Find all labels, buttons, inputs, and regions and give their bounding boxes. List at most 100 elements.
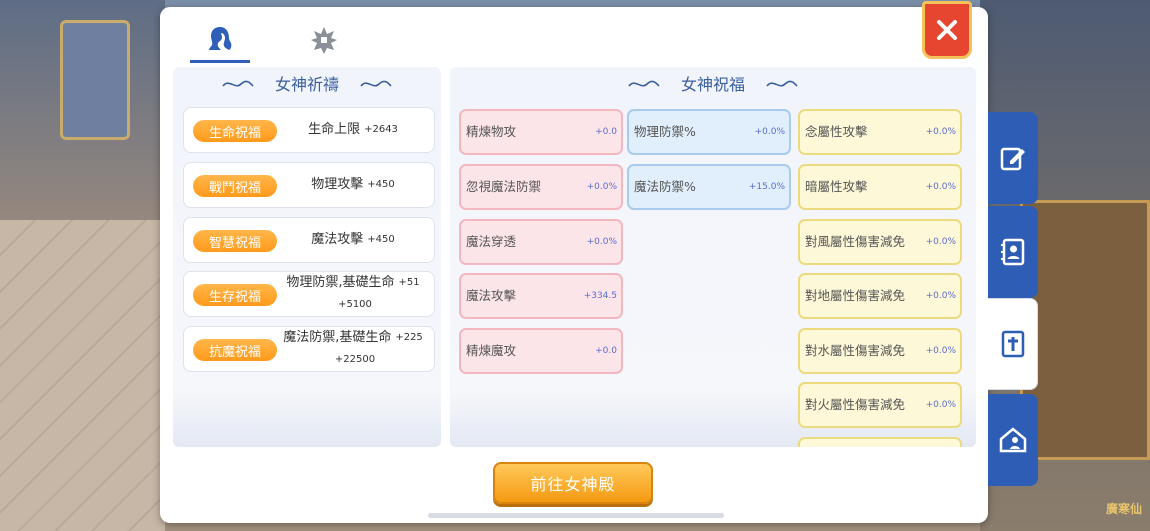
stat-cell: 物理防禦% +0.0% — [627, 109, 791, 155]
house-person-icon — [999, 427, 1027, 453]
prayer-bonus-value: +2643 — [364, 124, 398, 135]
goddess-prayer-section: 女神祈禱 生命祝福 生命上限 +2643 戰鬥祝福 物理攻擊 +450 智慧祝福… — [173, 67, 441, 447]
prayer-bonus: 生命上限 +2643 — [280, 108, 426, 152]
stat-value: +334.5 — [583, 291, 617, 301]
prayer-row: 生存祝福 物理防禦,基礎生命 +51 +5100 — [183, 271, 435, 317]
goddess-blessing-section: 女神祝福 精煉物攻 +0.0 忽視魔法防禦 +0.0% 魔法穿透 +0.0% 魔… — [450, 67, 976, 447]
top-tab-bar — [160, 1, 988, 67]
prayer-bonus-value-2: +22500 — [334, 354, 376, 365]
prayer-bonus-value: +450 — [367, 234, 395, 245]
prayer-bonus-text: 物理攻擊 — [311, 177, 364, 192]
prayer-bonus: 物理攻擊 +450 — [280, 163, 426, 207]
stat-value: +0.0% — [925, 291, 956, 301]
background-left-scene — [0, 0, 165, 531]
stat-cell: 念屬性攻擊 +0.0% — [798, 109, 962, 155]
prayer-row: 戰鬥祝福 物理攻擊 +450 — [183, 162, 435, 208]
prayer-pill: 生存祝福 — [193, 284, 277, 306]
stat-cell: 魔法穿透 +0.0% — [459, 219, 623, 265]
stat-label: 物理防禦% — [634, 124, 696, 139]
stat-cell: 忽視魔法防禦 +0.0% — [459, 164, 623, 210]
prayer-bonus-text: 生命上限 — [308, 122, 361, 137]
stat-cell: 魔法攻擊 +334.5 — [459, 273, 623, 319]
stat-value: +0.0% — [586, 182, 617, 192]
background-floor — [0, 220, 165, 531]
prayer-bonus-text: 魔法攻擊 — [311, 232, 364, 247]
background-shelf — [1020, 200, 1150, 460]
stat-label: 對水屬性傷害減免 — [805, 343, 906, 358]
stat-cell: 暗屬性攻擊 +0.0% — [798, 164, 962, 210]
swirl-ornament-icon — [766, 80, 798, 87]
stat-value: +15.0% — [748, 182, 785, 192]
stat-cell: 精煉物攻 +0.0 — [459, 109, 623, 155]
prayer-bonus-text: 物理防禦,基礎生命 — [286, 275, 395, 290]
goddess-icon — [209, 26, 232, 50]
section-title: 女神祈禱 — [274, 75, 339, 94]
section-header: 女神祈禱 — [173, 67, 441, 99]
stat-label: 精煉魔攻 — [466, 343, 517, 358]
stat-value: +0.0% — [925, 182, 956, 192]
prayer-bonus: 魔法防禦,基礎生命 +225 +22500 — [280, 327, 426, 371]
background-watermark: 廣寒仙 — [1105, 502, 1142, 516]
section-header: 女神祝福 — [450, 67, 976, 99]
stat-value: +0.0% — [754, 127, 785, 137]
blessing-emblem-icon — [311, 27, 337, 54]
stat-cell: 對地屬性傷害減免 +0.0% — [798, 273, 962, 319]
tab-goddess-prayer[interactable] — [190, 17, 250, 63]
stat-label: 魔法防禦% — [634, 179, 696, 194]
edit-icon — [1000, 147, 1025, 171]
stat-label: 對風屬性傷害減免 — [805, 234, 906, 249]
section-title: 女神祝福 — [680, 75, 745, 94]
stat-cell: 精煉魔攻 +0.0 — [459, 328, 623, 374]
prayer-pill: 抗魔祝福 — [193, 339, 277, 361]
stat-value: +0.0% — [586, 237, 617, 247]
stat-label: 精煉物攻 — [466, 124, 517, 139]
swirl-ornament-icon — [360, 80, 392, 87]
prayer-bonus-value: +51 — [398, 277, 420, 288]
prayer-bonus: 魔法攻擊 +450 — [280, 218, 426, 262]
side-tab-home[interactable] — [988, 394, 1038, 486]
goddess-blessing-panel: 女神祈禱 生命祝福 生命上限 +2643 戰鬥祝福 物理攻擊 +450 智慧祝福… — [160, 1, 988, 523]
stat-value: +0.0% — [925, 346, 956, 356]
stat-value: +0.0% — [925, 400, 956, 410]
stat-cell: 對風屬性傷害減免 +0.0% — [798, 219, 962, 265]
prayer-bonus: 物理防禦,基礎生命 +51 +5100 — [280, 272, 426, 316]
stat-label: 暗屬性攻擊 — [805, 179, 868, 194]
prayer-bonus-value: +450 — [367, 179, 395, 190]
prayer-pill: 戰鬥祝福 — [193, 175, 277, 197]
stat-cell-partial — [798, 437, 962, 447]
stat-label: 魔法穿透 — [466, 234, 517, 249]
background-pillar — [60, 20, 130, 140]
prayer-bonus-value: +225 — [395, 332, 423, 343]
swirl-ornament-icon — [628, 80, 660, 87]
swirl-ornament-icon — [222, 80, 254, 87]
stat-cell: 對水屬性傷害減免 +0.0% — [798, 328, 962, 374]
side-tab-holy-book[interactable] — [988, 298, 1038, 390]
stat-cell: 魔法防禦% +15.0% — [627, 164, 791, 210]
close-button[interactable] — [922, 1, 972, 59]
side-tab-edit[interactable] — [988, 112, 1038, 204]
stat-value: +0.0 — [595, 127, 617, 137]
close-icon — [937, 20, 957, 40]
horizontal-scrollbar[interactable] — [428, 513, 724, 518]
stat-label: 對地屬性傷害減免 — [805, 288, 906, 303]
go-to-goddess-temple-button[interactable]: 前往女神殿 — [493, 462, 653, 504]
tab-blessing-emblem[interactable] — [294, 17, 354, 63]
stat-cell: 對火屬性傷害減免 +0.0% — [798, 382, 962, 428]
contacts-book-icon — [1001, 238, 1025, 266]
prayer-row: 抗魔祝福 魔法防禦,基礎生命 +225 +22500 — [183, 326, 435, 372]
prayer-pill: 智慧祝福 — [193, 230, 277, 252]
prayer-pill: 生命祝福 — [193, 120, 277, 142]
stat-label: 忽視魔法防禦 — [466, 179, 542, 194]
prayer-row: 生命祝福 生命上限 +2643 — [183, 107, 435, 153]
holy-book-icon — [1001, 330, 1024, 358]
stat-value: +0.0% — [925, 237, 956, 247]
stat-label: 念屬性攻擊 — [805, 124, 868, 139]
stat-label: 魔法攻擊 — [466, 288, 517, 303]
prayer-bonus-value-2: +5100 — [338, 299, 372, 310]
prayer-row: 智慧祝福 魔法攻擊 +450 — [183, 217, 435, 263]
stat-label: 對火屬性傷害減免 — [805, 397, 906, 412]
stat-value: +0.0% — [925, 127, 956, 137]
stat-value: +0.0 — [595, 346, 617, 356]
prayer-bonus-text: 魔法防禦,基礎生命 — [283, 330, 392, 345]
side-tab-contacts[interactable] — [988, 206, 1038, 298]
